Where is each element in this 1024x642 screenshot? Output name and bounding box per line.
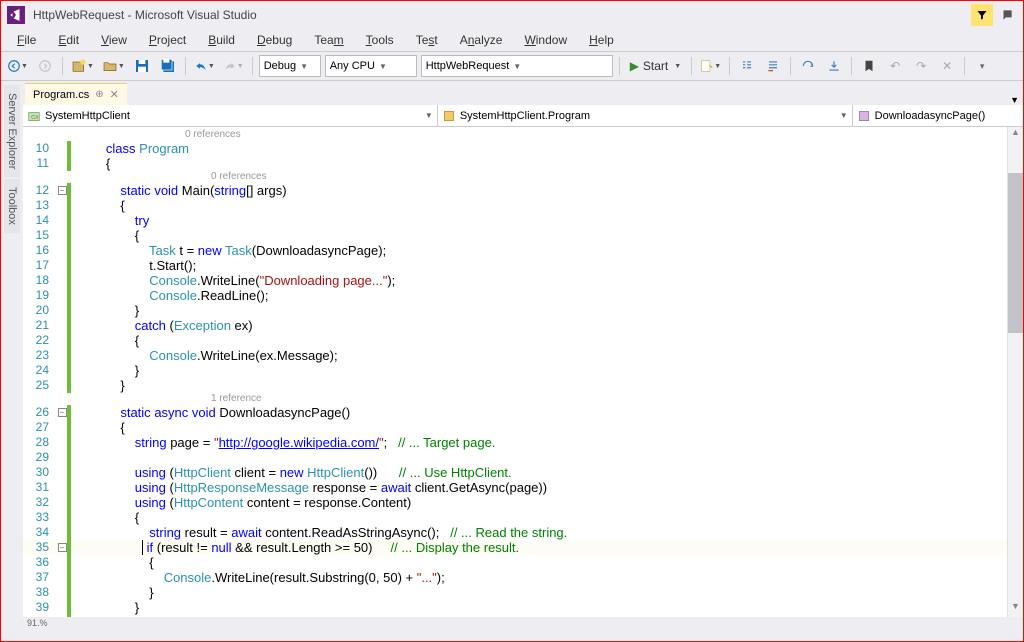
svg-text:C#: C# bbox=[31, 114, 39, 120]
codelens-refs[interactable]: 1 reference bbox=[23, 393, 1007, 405]
outline-toggle-icon[interactable]: − bbox=[58, 543, 67, 552]
toolbox-tab[interactable]: Toolbox bbox=[4, 179, 20, 233]
document-tab-program[interactable]: Program.cs ⊕ ✕ bbox=[25, 83, 127, 105]
menu-bar: File Edit View Project Build Debug Team … bbox=[1, 29, 1023, 51]
open-file-button[interactable]: ▼ bbox=[100, 55, 127, 77]
menu-project[interactable]: Project bbox=[139, 31, 196, 49]
codelens-refs[interactable]: 0 references bbox=[23, 171, 1007, 183]
code-editor[interactable]: 0 references 10 class Program 11 { 0 ref… bbox=[23, 127, 1007, 617]
menu-analyze[interactable]: Analyze bbox=[450, 31, 513, 49]
scroll-thumb[interactable] bbox=[1008, 173, 1023, 333]
window-title: HttpWebRequest - Microsoft Visual Studio bbox=[33, 8, 257, 22]
step-over-icon[interactable] bbox=[797, 55, 819, 77]
menu-team[interactable]: Team bbox=[304, 31, 353, 49]
menu-view[interactable]: View bbox=[91, 31, 137, 49]
tab-file-label: Program.cs bbox=[33, 89, 89, 101]
toolbar-overflow-icon[interactable]: ▾ bbox=[971, 55, 993, 77]
scroll-up-icon[interactable]: ▲ bbox=[1008, 127, 1023, 143]
server-explorer-tab[interactable]: Server Explorer bbox=[4, 85, 20, 177]
menu-file[interactable]: File bbox=[7, 31, 46, 49]
menu-edit[interactable]: Edit bbox=[48, 31, 89, 49]
clear-bookmarks-icon: ✕ bbox=[936, 55, 958, 77]
outline-toggle-icon[interactable]: − bbox=[58, 186, 67, 195]
find-in-files-icon[interactable]: ▼ bbox=[698, 55, 723, 77]
notification-filter-icon[interactable] bbox=[971, 4, 993, 26]
bookmark-icon[interactable] bbox=[858, 55, 880, 77]
title-bar: HttpWebRequest - Microsoft Visual Studio bbox=[1, 1, 1023, 29]
main-toolbar: ▼ ▼ ▼ ▼ ▼ Debug▼ Any CPU▼ HttpWebRequest… bbox=[1, 51, 1023, 81]
zoom-level[interactable]: 91.% bbox=[27, 618, 48, 628]
prev-bookmark-icon: ↶ bbox=[884, 55, 906, 77]
step-into-icon[interactable] bbox=[823, 55, 845, 77]
start-debug-button[interactable]: ▶Start▼ bbox=[626, 55, 686, 77]
project-nav-dropdown[interactable]: C# SystemHttpClient ▼ bbox=[23, 105, 438, 126]
comment-out-icon[interactable] bbox=[736, 55, 758, 77]
config-dropdown[interactable]: Debug▼ bbox=[259, 55, 321, 77]
code-nav-bar: C# SystemHttpClient ▼ SystemHttpClient.P… bbox=[23, 105, 1023, 127]
codelens-refs[interactable]: 0 references bbox=[23, 129, 1007, 141]
left-tool-tabs: Server Explorer Toolbox bbox=[1, 81, 23, 629]
menu-help[interactable]: Help bbox=[579, 31, 624, 49]
menu-build[interactable]: Build bbox=[198, 31, 245, 49]
startup-project-dropdown[interactable]: HttpWebRequest▼ bbox=[421, 55, 613, 77]
feedback-icon[interactable] bbox=[997, 5, 1017, 25]
save-button[interactable] bbox=[131, 55, 153, 77]
menu-debug[interactable]: Debug bbox=[247, 31, 302, 49]
scroll-down-icon[interactable]: ▼ bbox=[1008, 601, 1023, 617]
menu-test[interactable]: Test bbox=[406, 31, 448, 49]
new-project-button[interactable]: ▼ bbox=[69, 55, 96, 77]
editor-status-bar: 91.% bbox=[23, 617, 1023, 629]
save-all-button[interactable] bbox=[157, 55, 179, 77]
uncomment-icon[interactable] bbox=[762, 55, 784, 77]
nav-back-button[interactable]: ▼ bbox=[5, 55, 30, 77]
vs-logo bbox=[7, 6, 25, 24]
class-nav-dropdown[interactable]: SystemHttpClient.Program ▼ bbox=[438, 105, 853, 126]
document-tabs: Program.cs ⊕ ✕ ▼ bbox=[23, 81, 1023, 105]
pin-icon[interactable]: ⊕ bbox=[95, 89, 103, 100]
menu-tools[interactable]: Tools bbox=[356, 31, 404, 49]
platform-dropdown[interactable]: Any CPU▼ bbox=[325, 55, 417, 77]
nav-forward-button bbox=[34, 55, 56, 77]
outline-toggle-icon[interactable]: − bbox=[58, 408, 67, 417]
method-nav-dropdown[interactable]: DownloadasyncPage() bbox=[853, 105, 1023, 126]
menu-window[interactable]: Window bbox=[514, 31, 577, 49]
undo-button[interactable]: ▼ bbox=[192, 55, 217, 77]
close-tab-icon[interactable]: ✕ bbox=[110, 88, 119, 101]
active-files-dropdown-icon[interactable]: ▼ bbox=[1010, 95, 1019, 105]
redo-button: ▼ bbox=[221, 55, 246, 77]
next-bookmark-icon: ↷ bbox=[910, 55, 932, 77]
vertical-scrollbar[interactable]: ▲ ▼ bbox=[1007, 127, 1023, 617]
